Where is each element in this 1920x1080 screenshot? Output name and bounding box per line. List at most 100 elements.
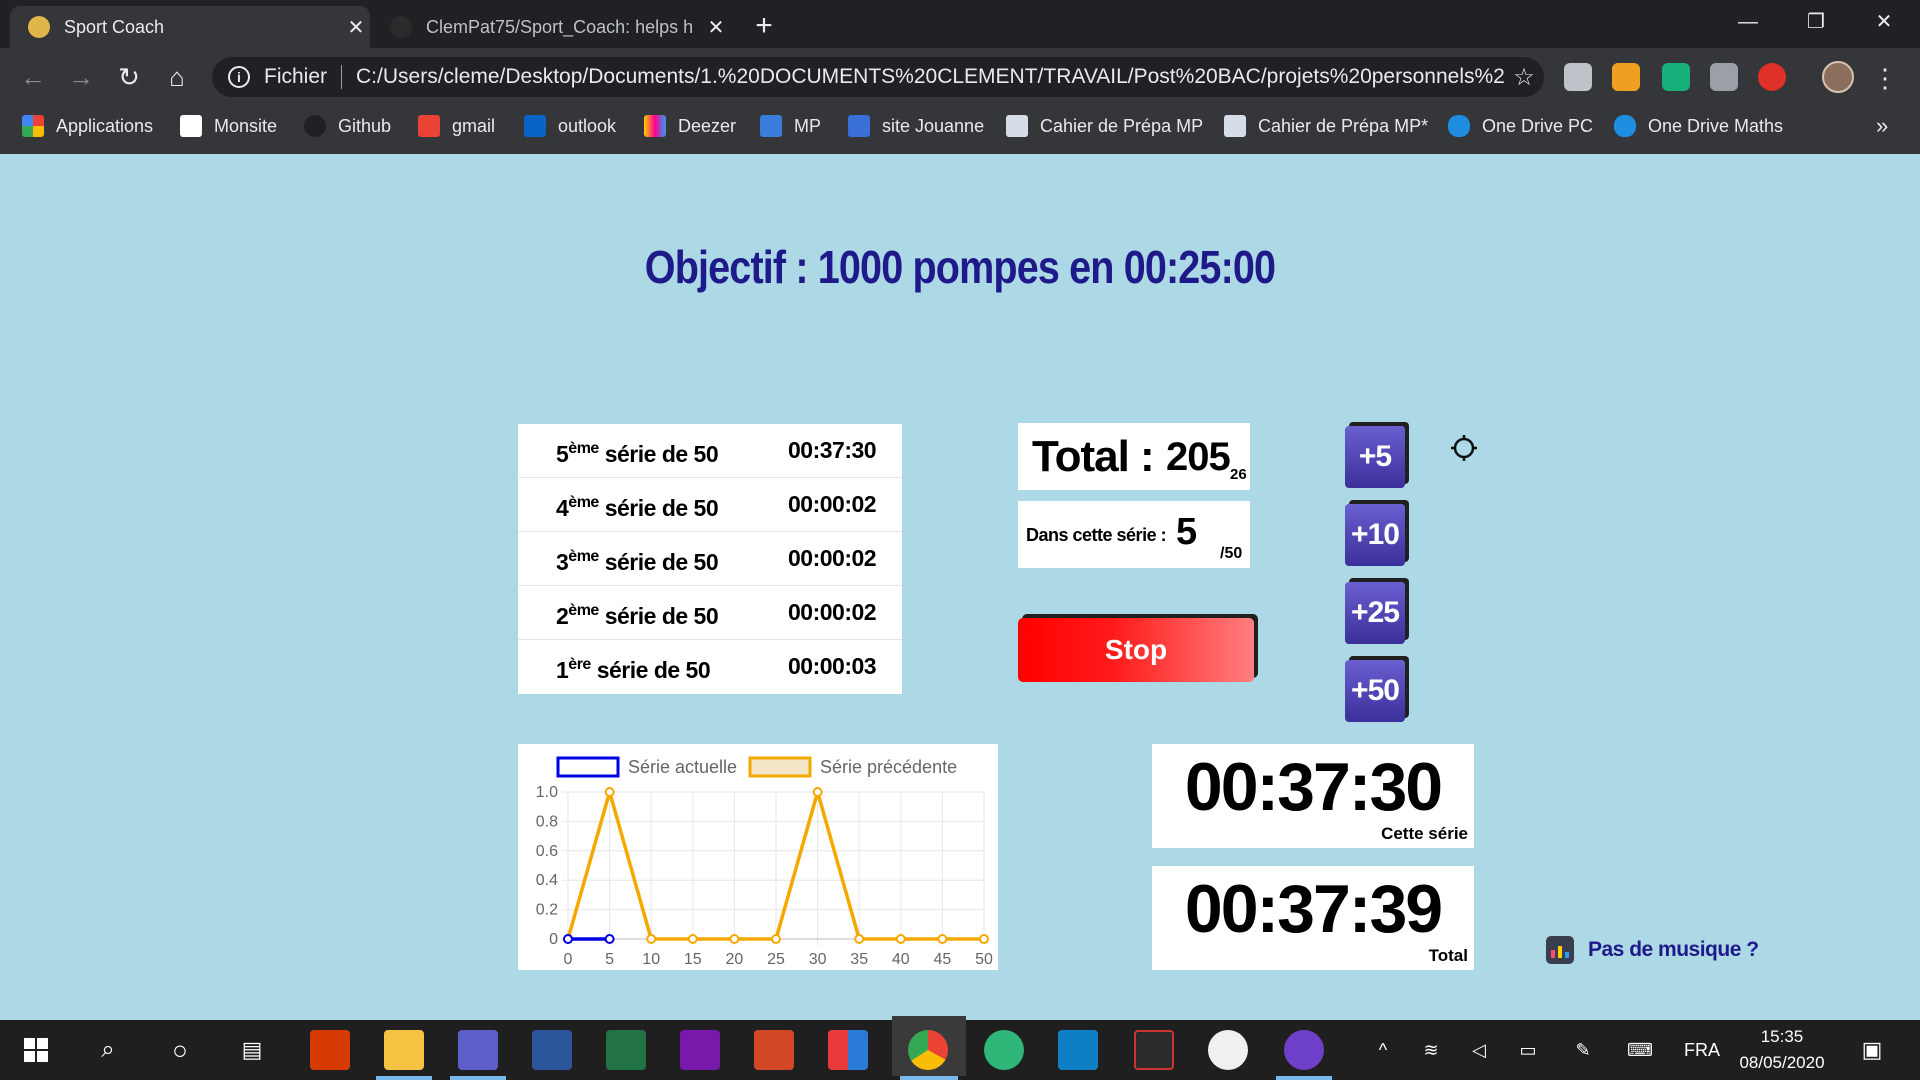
teams-icon[interactable] xyxy=(458,1030,498,1070)
keyboard-icon[interactable]: ⌨ xyxy=(1620,1020,1660,1080)
stop-button[interactable]: Stop xyxy=(1018,618,1254,682)
home-icon[interactable]: ⌂ xyxy=(160,60,194,94)
bookmark-gmail[interactable]: gmail xyxy=(418,106,495,146)
cdp-icon xyxy=(1006,115,1028,137)
chrome-icon[interactable] xyxy=(908,1030,948,1070)
bookmark-one-drive-pc[interactable]: One Drive PC xyxy=(1448,106,1593,146)
add-50-button[interactable]: +50 xyxy=(1345,660,1405,722)
browser-tab-bar: Sport Coach ✕ ClemPat75/Sport_Coach: hel… xyxy=(0,0,1920,48)
tab-sport-coach[interactable]: Sport Coach ✕ xyxy=(10,6,370,48)
forward-icon[interactable]: → xyxy=(64,60,98,94)
show-hidden-icons-icon[interactable]: ^ xyxy=(1368,1020,1398,1080)
bookmark-applications[interactable]: Applications xyxy=(22,106,153,146)
search-icon[interactable]: ⌕ xyxy=(88,1020,128,1080)
file-explorer-icon[interactable] xyxy=(384,1030,424,1070)
add-25-button[interactable]: +25 xyxy=(1345,582,1405,644)
bookmark-github[interactable]: Github xyxy=(304,106,391,146)
windows-start-icon[interactable] xyxy=(16,1030,56,1070)
series-row: 5ème série de 50 00:37:30 xyxy=(518,424,902,478)
data-point xyxy=(687,934,698,944)
site-info-icon[interactable]: i xyxy=(228,66,250,88)
mp-icon xyxy=(760,115,782,137)
notifications-icon[interactable]: ▣ xyxy=(1852,1020,1892,1080)
crosshair-icon[interactable] xyxy=(1450,434,1478,462)
clock-date: 08/05/2020 xyxy=(1739,1053,1825,1072)
url-text[interactable]: C:/Users/cleme/Desktop/Documents/1.%20DO… xyxy=(356,65,1504,89)
close-tab-icon[interactable]: ✕ xyxy=(702,15,730,40)
bookmark-cahier-prepa-mp[interactable]: Cahier de Prépa MP xyxy=(1006,106,1203,146)
series-time: 00:00:02 xyxy=(788,491,877,517)
data-point xyxy=(729,934,740,944)
running-indicator xyxy=(450,1076,506,1080)
bookmark-deezer[interactable]: Deezer xyxy=(644,106,736,146)
bookmark-label: outlook xyxy=(558,115,617,136)
minimize-icon[interactable]: — xyxy=(1718,0,1778,44)
battery-icon[interactable]: ▭ xyxy=(1510,1020,1546,1080)
store-icon[interactable] xyxy=(828,1030,868,1070)
x-tick-label: 45 xyxy=(934,951,952,968)
series-row: 4ème série de 50 00:00:02 xyxy=(518,478,902,532)
more-bookmarks-icon[interactable]: » xyxy=(1876,106,1888,146)
bookmark-star-icon[interactable]: ☆ xyxy=(1504,63,1544,92)
clock-time: 15:35 xyxy=(1760,1027,1804,1046)
bag-extension-icon[interactable] xyxy=(1710,63,1738,91)
sync-extension-icon[interactable] xyxy=(1758,63,1786,91)
bookmark-monsite[interactable]: Monsite xyxy=(180,106,277,146)
volume-icon[interactable]: ◁ xyxy=(1464,1020,1494,1080)
running-indicator xyxy=(900,1076,958,1080)
office-icon[interactable] xyxy=(310,1030,350,1070)
key-extension-icon[interactable] xyxy=(1612,63,1640,91)
series-label: 4ème série de 50 xyxy=(556,494,719,521)
close-tab-icon[interactable]: ✕ xyxy=(342,15,370,40)
legend-label: Série précédente xyxy=(820,757,957,777)
bookmark-label: One Drive Maths xyxy=(1648,115,1784,136)
new-tab-icon[interactable]: + xyxy=(748,8,780,44)
legend-swatch xyxy=(748,756,812,778)
shield-extension-icon[interactable] xyxy=(1564,63,1592,91)
series-timer-value: 00:37:30 xyxy=(1184,749,1443,825)
excel-icon[interactable] xyxy=(606,1030,646,1070)
cortana-icon[interactable]: ○ xyxy=(160,1020,200,1080)
add-10-button[interactable]: +10 xyxy=(1345,504,1405,566)
taskbar-clock[interactable]: 15:35 08/05/2020 xyxy=(1736,1024,1828,1076)
back-icon[interactable]: ← xyxy=(16,60,50,94)
onedrive-icon xyxy=(1448,115,1470,137)
address-bar[interactable]: i Fichier C:/Users/cleme/Desktop/Documen… xyxy=(212,57,1544,97)
bookmark-site-jouanne[interactable]: site Jouanne xyxy=(848,106,984,146)
powerpoint-icon[interactable] xyxy=(754,1030,794,1070)
atom-icon[interactable] xyxy=(984,1030,1024,1070)
language-indicator[interactable]: FRA xyxy=(1682,1020,1722,1080)
bookmark-outlook[interactable]: outlook xyxy=(524,106,616,146)
bookmark-mp[interactable]: MP xyxy=(760,106,821,146)
arduino-icon[interactable] xyxy=(1058,1030,1098,1070)
reload-icon[interactable]: ↻ xyxy=(112,60,146,94)
total-timer: 00:37:39 Total xyxy=(1152,866,1474,970)
add-5-button[interactable]: +5 xyxy=(1345,426,1405,488)
tab-github[interactable]: ClemPat75/Sport_Coach: helps h ✕ xyxy=(372,6,730,48)
pen-icon[interactable]: ✎ xyxy=(1568,1020,1598,1080)
profile-avatar[interactable] xyxy=(1822,61,1854,93)
close-window-icon[interactable]: ✕ xyxy=(1854,0,1914,44)
app-icon[interactable] xyxy=(1134,1030,1174,1070)
onenote-icon[interactable] xyxy=(680,1030,720,1070)
no-music-link[interactable]: Pas de musique ? xyxy=(1546,934,1759,966)
x-tick-label: 15 xyxy=(684,951,702,968)
bookmark-cahier-prepa-mp-star[interactable]: Cahier de Prépa MP* xyxy=(1224,106,1428,146)
wifi-icon[interactable]: ≋ xyxy=(1416,1020,1446,1080)
itunes-icon[interactable] xyxy=(1208,1030,1248,1070)
total-value: 205 xyxy=(1166,435,1231,479)
restore-icon[interactable]: ❐ xyxy=(1786,0,1846,44)
series-time: 00:00:02 xyxy=(788,599,877,625)
series-line-chart: 0 0.2 0.4 0.6 0.8 1.0 0 5 10 15 20 25 30 35 40 45 50 Séri… xyxy=(536,756,993,968)
data-point xyxy=(604,934,615,944)
vpn-extension-icon[interactable] xyxy=(1662,63,1690,91)
kebab-menu-icon[interactable]: ⋮ xyxy=(1870,58,1900,98)
word-icon[interactable] xyxy=(532,1030,572,1070)
series-timer: 00:37:30 Cette série xyxy=(1152,744,1474,848)
no-music-label: Pas de musique ? xyxy=(1588,938,1759,961)
bookmark-one-drive-maths[interactable]: One Drive Maths xyxy=(1614,106,1783,146)
github-desktop-icon[interactable] xyxy=(1284,1030,1324,1070)
total-counter: Total : 205 26 xyxy=(1018,423,1250,490)
task-view-icon[interactable]: ▤ xyxy=(232,1020,272,1080)
series-label: 5ème série de 50 xyxy=(556,440,719,467)
